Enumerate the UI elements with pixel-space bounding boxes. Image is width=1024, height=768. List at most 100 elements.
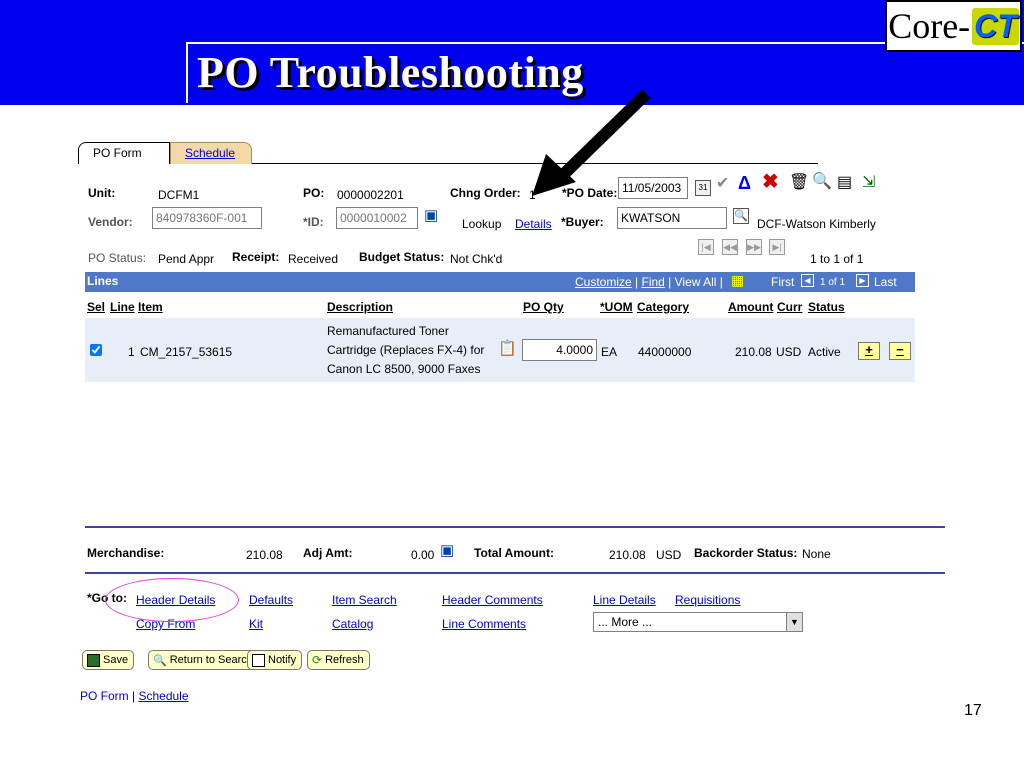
line-description-3: Canon LC 8500, 9000 Faxes <box>327 362 481 376</box>
line-number: 1 <box>128 345 135 359</box>
return-to-search-label: Return to Search <box>169 654 253 666</box>
item-search-link[interactable]: Item Search <box>332 593 397 607</box>
vendor-label: Vendor: <box>88 215 133 229</box>
disk-icon <box>87 653 100 667</box>
col-amount[interactable]: Amount <box>728 300 773 314</box>
line-currency: USD <box>776 345 802 359</box>
add-row-button[interactable]: + <box>858 342 880 360</box>
refresh-button[interactable]: ⟳ Refresh <box>307 650 370 670</box>
export-icon[interactable]: ⇲ <box>862 175 875 191</box>
line-details-link[interactable]: Line Details <box>593 593 656 607</box>
header-pager-text: 1 to 1 of 1 <box>810 252 864 266</box>
defaults-link[interactable]: Defaults <box>249 593 293 607</box>
pager-last-button[interactable]: ▶| <box>769 239 785 255</box>
receipt-value: Received <box>288 252 339 266</box>
notify-icon <box>252 653 265 667</box>
receipt-label: Receipt: <box>232 250 280 264</box>
unit-label: Unit: <box>88 186 116 200</box>
requisitions-link[interactable]: Requisitions <box>675 593 740 607</box>
notes-icon[interactable]: 📋 <box>498 341 517 357</box>
delta-icon[interactable]: Δ <box>738 174 751 192</box>
lines-grid-header: Lines Customize | Find | View All | ▦ Fi… <box>85 272 915 292</box>
slide-title: PO Troubleshooting <box>197 48 584 97</box>
po-value: 0000002201 <box>337 188 404 202</box>
col-description[interactable]: Description <box>327 300 393 314</box>
col-item[interactable]: Item <box>138 300 163 314</box>
merchandise-value: 210.08 <box>246 548 283 562</box>
po-qty-input[interactable] <box>522 339 597 361</box>
grid-first-link[interactable]: First <box>771 275 794 289</box>
page-number: 17 <box>964 702 982 719</box>
kit-link[interactable]: Kit <box>249 617 263 631</box>
refresh-icon: ⟳ <box>312 653 323 667</box>
notify-button-label: Notify <box>268 654 297 666</box>
adj-amt-label: Adj Amt: <box>303 546 353 560</box>
details-link[interactable]: Details <box>515 217 552 231</box>
delete-row-button[interactable]: − <box>889 342 911 360</box>
tab-po-form-label: PO Form <box>93 146 142 160</box>
grid-next-icon[interactable]: ▶ <box>856 274 869 287</box>
find-link[interactable]: Find <box>641 275 664 289</box>
chng-order-label: Chng Order: <box>450 186 521 200</box>
vendor-input[interactable] <box>152 207 262 229</box>
cancel-x-icon[interactable]: ✖ <box>762 172 779 192</box>
adjustment-details-icon[interactable]: ▣ <box>440 543 454 559</box>
trash-icon[interactable]: 🗑 <box>789 175 809 191</box>
spreadsheet-icon[interactable]: ▦ <box>731 272 744 288</box>
merchandise-label: Merchandise: <box>87 546 165 560</box>
buyer-input[interactable] <box>617 207 727 229</box>
col-curr[interactable]: Curr <box>777 300 802 314</box>
chng-order-value: 1 <box>529 188 536 202</box>
line-comments-link[interactable]: Line Comments <box>442 617 526 631</box>
tab-schedule-label: Schedule <box>185 146 236 160</box>
catalog-link[interactable]: Catalog <box>332 617 373 631</box>
logo-ct-text: CT <box>972 7 1019 45</box>
header-comments-link[interactable]: Header Comments <box>442 593 543 607</box>
buyer-label: *Buyer: <box>561 215 604 229</box>
pager-first-button[interactable]: |◀ <box>698 239 714 255</box>
vendor-lookup-icon[interactable]: ▣ <box>424 208 438 224</box>
po-date-input[interactable] <box>618 177 688 199</box>
calendar-icon[interactable]: 31 <box>695 180 711 196</box>
backorder-status-label: Backorder Status: <box>694 546 798 560</box>
col-status[interactable]: Status <box>808 300 845 314</box>
line-status: Active <box>808 345 841 359</box>
notify-button[interactable]: Notify <box>247 650 303 670</box>
checkmark-icon[interactable]: ✔ <box>716 176 729 192</box>
customize-link[interactable]: Customize <box>575 275 632 289</box>
footer-links: PO Form | Schedule <box>80 689 189 703</box>
grid-last-link[interactable]: Last <box>874 275 897 289</box>
more-goto-select[interactable]: ... More ... ▼ <box>593 612 803 632</box>
pager-next-button[interactable]: ▶▶ <box>746 239 762 255</box>
col-uom[interactable]: *UOM <box>600 300 633 314</box>
save-button[interactable]: Save <box>82 650 135 670</box>
footer-po-form-link[interactable]: PO Form <box>80 689 129 703</box>
magnifier-icon: 🔍 <box>153 654 167 667</box>
budget-status-label: Budget Status: <box>359 250 445 264</box>
line-item: CM_2157_53615 <box>140 345 233 359</box>
total-amount-label: Total Amount: <box>474 546 554 560</box>
save-button-label: Save <box>103 654 129 666</box>
grid-prev-icon[interactable]: ◀ <box>801 274 814 287</box>
document-list-icon[interactable]: ▤ <box>837 175 852 191</box>
buyer-search-icon[interactable]: 🔍 <box>733 208 749 224</box>
id-input[interactable] <box>336 207 418 229</box>
search-document-icon[interactable]: 🔍 <box>812 174 832 190</box>
po-status-value: Pend Appr <box>158 252 215 266</box>
view-all-link[interactable]: View All <box>675 275 717 289</box>
grid-page-text: 1 of 1 <box>820 277 846 288</box>
tab-schedule[interactable]: Schedule <box>170 142 252 164</box>
col-line[interactable]: Line <box>110 300 135 314</box>
tab-po-form[interactable]: PO Form <box>78 142 170 164</box>
pager-prev-button[interactable]: ◀◀ <box>722 239 738 255</box>
return-to-search-button[interactable]: 🔍 Return to Search <box>148 650 259 670</box>
po-label: PO: <box>303 186 325 200</box>
col-sel[interactable]: Sel <box>87 300 105 314</box>
total-currency: USD <box>656 548 682 562</box>
line-select-checkbox[interactable] <box>90 344 102 356</box>
footer-schedule-link[interactable]: Schedule <box>138 689 188 703</box>
chevron-down-icon[interactable]: ▼ <box>786 613 802 631</box>
line-category: 44000000 <box>638 345 692 359</box>
col-category[interactable]: Category <box>637 300 689 314</box>
col-po-qty[interactable]: PO Qty <box>523 300 564 314</box>
